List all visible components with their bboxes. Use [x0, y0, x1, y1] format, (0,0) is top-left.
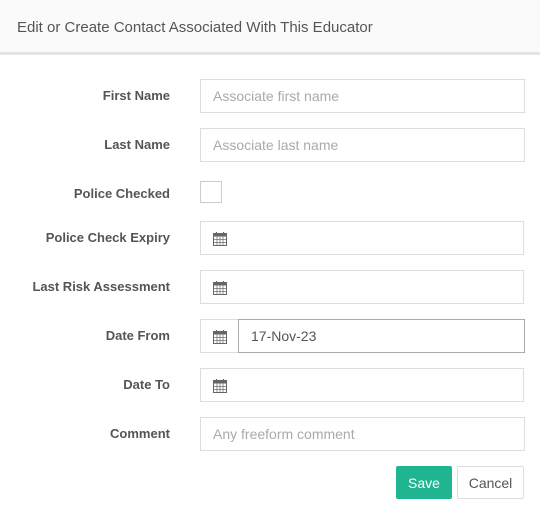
first-name-input[interactable]	[200, 79, 525, 113]
last-name-label: Last Name	[104, 137, 170, 152]
first-name-label: First Name	[102, 88, 170, 103]
police-checked-label: Police Checked	[73, 186, 170, 201]
comment-input[interactable]	[200, 417, 525, 451]
police-check-expiry-calendar-button[interactable]	[200, 221, 239, 255]
police-checked-row: Police Checked	[0, 177, 540, 211]
cancel-button[interactable]: Cancel	[457, 466, 524, 499]
comment-label: Comment	[110, 426, 170, 441]
date-from-row: Date From	[0, 319, 540, 353]
police-check-expiry-input[interactable]	[238, 221, 524, 255]
last-risk-assessment-label: Last Risk Assessment	[32, 279, 170, 294]
last-name-input[interactable]	[200, 128, 525, 162]
date-to-label: Date To	[123, 377, 170, 392]
first-name-row: First Name	[0, 79, 540, 113]
calendar-icon	[213, 232, 227, 246]
date-to-input[interactable]	[238, 368, 524, 402]
contact-modal: Edit or Create Contact Associated With T…	[0, 0, 542, 516]
date-to-row: Date To	[0, 368, 540, 402]
save-button[interactable]: Save	[396, 466, 452, 499]
police-check-expiry-label: Police Check Expiry	[45, 230, 170, 245]
calendar-icon	[213, 330, 227, 344]
calendar-icon	[213, 281, 227, 295]
date-to-calendar-button[interactable]	[200, 368, 239, 402]
date-from-input[interactable]	[238, 319, 525, 353]
modal-title: Edit or Create Contact Associated With T…	[17, 19, 373, 36]
modal-header: Edit or Create Contact Associated With T…	[0, 0, 540, 55]
last-risk-assessment-row: Last Risk Assessment	[0, 270, 540, 304]
comment-row: Comment	[0, 417, 540, 451]
police-checked-checkbox[interactable]	[200, 181, 222, 203]
police-check-expiry-row: Police Check Expiry	[0, 221, 540, 255]
date-from-calendar-button[interactable]	[200, 319, 239, 353]
last-risk-assessment-calendar-button[interactable]	[200, 270, 239, 304]
last-risk-assessment-input[interactable]	[238, 270, 524, 304]
date-from-label: Date From	[105, 328, 170, 343]
last-name-row: Last Name	[0, 128, 540, 162]
calendar-icon	[213, 379, 227, 393]
